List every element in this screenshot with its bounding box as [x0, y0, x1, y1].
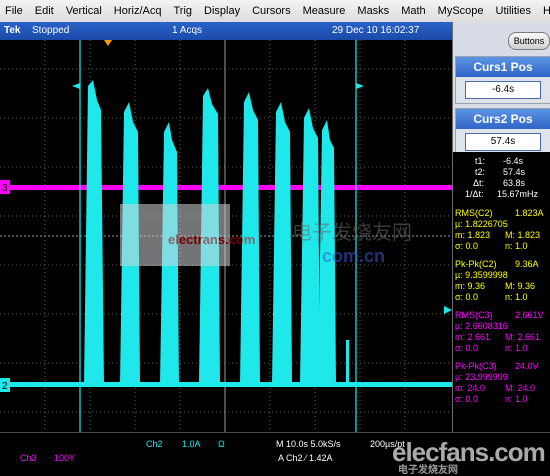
ch3-scale: 100Y	[54, 453, 76, 463]
menu-horiz-acq[interactable]: Horiz/Acq	[108, 5, 168, 17]
waveform-svg: 3 2 electrans.com 电子发烧友网 com.cn	[0, 40, 452, 432]
meas-c2-rms-min: m: 1.823	[455, 230, 491, 240]
menu-utilities[interactable]: Utilities	[490, 5, 537, 17]
menu-help[interactable]: Help	[537, 5, 550, 17]
meas-c2-pk-n: n: 1.0	[505, 292, 528, 302]
trigger-readout: A Ch2 ⁄ 1.42A	[278, 453, 333, 463]
waveform-display[interactable]: 3 2 electrans.com 电子发烧友网 com.cn	[0, 40, 452, 432]
meas-c2-rms-sigma: σ: 0.0	[455, 241, 479, 251]
meas-c2-rms-mean: µ: 1.8226705	[455, 219, 508, 229]
meas-c2-pk-min: m: 9.36	[455, 281, 486, 291]
curs1-title: Curs1 Pos	[456, 57, 550, 77]
meas-c3-rms-sigma: σ: 0.0	[455, 343, 479, 353]
meas-c3-rms-mean: µ: 2.6608316	[455, 321, 508, 331]
menu-edit[interactable]: Edit	[29, 5, 60, 17]
menu-bar: File Edit Vertical Horiz/Acq Trig Displa…	[0, 0, 550, 23]
menu-trig[interactable]: Trig	[167, 5, 198, 17]
acq-count: 1 Acqs	[172, 25, 203, 36]
meas-c3-rms-n: n: 1.0	[505, 343, 528, 353]
cursor-t2-label: t2:	[475, 167, 486, 177]
menu-measure[interactable]: Measure	[297, 5, 352, 17]
menu-cursors[interactable]: Cursors	[246, 5, 297, 17]
menu-vertical[interactable]: Vertical	[60, 5, 108, 17]
measurement-readout: t1: -6.4s t2: 57.4s Δt: 63.8s 1/Δt: 15.6…	[453, 152, 550, 432]
date-time: 29 Dec 10 16:02:37	[332, 25, 420, 36]
ch2-impedance-icon: Ω	[218, 439, 225, 449]
svg-text:2: 2	[2, 381, 8, 392]
meas-c2-pk-value: 9.36A	[515, 259, 539, 269]
cursor-inv-dt-label: 1/Δt:	[465, 189, 484, 199]
meas-c2-pk-sigma: σ: 0.0	[455, 292, 479, 302]
meas-c3-pk-min: m: 24.0	[455, 383, 486, 393]
meas-c2-pk-max: M: 9.36	[505, 281, 536, 291]
ch2-scale: 1.0A	[182, 439, 201, 449]
meas-c2-rms-value: 1.823A	[515, 208, 544, 218]
cursor-inv-dt-value: 15.67mHz	[497, 189, 539, 199]
cursor-t1-value: -6.4s	[503, 156, 524, 166]
timebase-readout: M 10.0s 5.0kS/s	[276, 439, 341, 449]
ch2-label[interactable]: Ch2	[146, 439, 163, 449]
cursor-dt-label: Δt:	[473, 178, 485, 188]
menu-masks[interactable]: Masks	[351, 5, 395, 17]
brand-label: Tek	[4, 25, 21, 36]
watermark-elecfans-cn: 电子发烧友网	[398, 465, 458, 476]
svg-text:com.cn: com.cn	[322, 246, 385, 266]
svg-text:电子发烧友网: 电子发烧友网	[292, 221, 412, 244]
ch3-trace	[0, 185, 452, 190]
cursor-markers	[72, 83, 364, 89]
svg-text:electrans.com: electrans.com	[168, 232, 255, 247]
cursor-dt-value: 63.8s	[503, 178, 526, 188]
meas-c2-rms-title: RMS(C2)	[455, 208, 493, 218]
meas-c3-pk-title: Pk-Pk(C3)	[455, 361, 497, 371]
watermark: electrans.com 电子发烧友网 com.cn	[120, 204, 412, 266]
meas-c2-pk-mean: µ: 9.3599998	[455, 270, 508, 280]
meas-c3-rms-value: 2.661V	[515, 310, 544, 320]
buttons-button[interactable]: Buttons	[508, 32, 550, 50]
ch3-ground-marker: 3	[0, 180, 10, 194]
meas-c3-pk-sigma: σ: 0.0	[455, 394, 479, 404]
meas-c3-rms-max: M: 2.661	[505, 332, 541, 342]
curs1-value-field[interactable]: -6.4s	[465, 81, 541, 99]
meas-c3-pk-max: M: 24.0	[505, 383, 536, 393]
ch3-label[interactable]: Ch3	[20, 453, 37, 463]
curs1-panel[interactable]: Curs1 Pos -6.4s	[455, 56, 550, 104]
cursor-t1-label: t1:	[475, 156, 486, 166]
svg-text:3: 3	[2, 183, 8, 194]
meas-c3-pk-value: 24.0V	[515, 361, 539, 371]
trigger-position-marker	[104, 40, 112, 46]
cursor-t2-value: 57.4s	[503, 167, 526, 177]
menu-file[interactable]: File	[0, 5, 29, 17]
meas-c3-rms-min: m: 2.661	[455, 332, 491, 342]
menu-math[interactable]: Math	[395, 5, 431, 17]
acq-state: Stopped	[32, 25, 70, 36]
meas-c3-pk-mean: µ: 23.999999	[455, 372, 508, 382]
meas-c3-pk-n: n: 1.0	[505, 394, 528, 404]
ch2-trigger-level-marker	[444, 306, 452, 314]
meas-c2-rms-max: M: 1.823	[505, 230, 541, 240]
curs2-value-field[interactable]: 57.4s	[465, 133, 541, 151]
side-panel: Buttons Curs1 Pos -6.4s Curs2 Pos 57.4s …	[452, 22, 550, 432]
menu-display[interactable]: Display	[198, 5, 246, 17]
menu-myscope[interactable]: MyScope	[432, 5, 490, 17]
meas-c3-rms-title: RMS(C3)	[455, 310, 493, 320]
meas-c2-rms-n: n: 1.0	[505, 241, 528, 251]
ch2-ground-marker: 2	[0, 378, 10, 392]
curs2-title: Curs2 Pos	[456, 109, 550, 129]
bottom-status-bar: Ch2 1.0A Ω Ch3 100Y M 10.0s 5.0kS/s 200µ…	[0, 432, 550, 476]
meas-c2-pk-title: Pk-Pk(C2)	[455, 259, 497, 269]
status-bar: Tek Stopped 1 Acqs 29 Dec 10 16:02:37	[0, 22, 452, 40]
curs2-panel[interactable]: Curs2 Pos 57.4s	[455, 108, 550, 156]
